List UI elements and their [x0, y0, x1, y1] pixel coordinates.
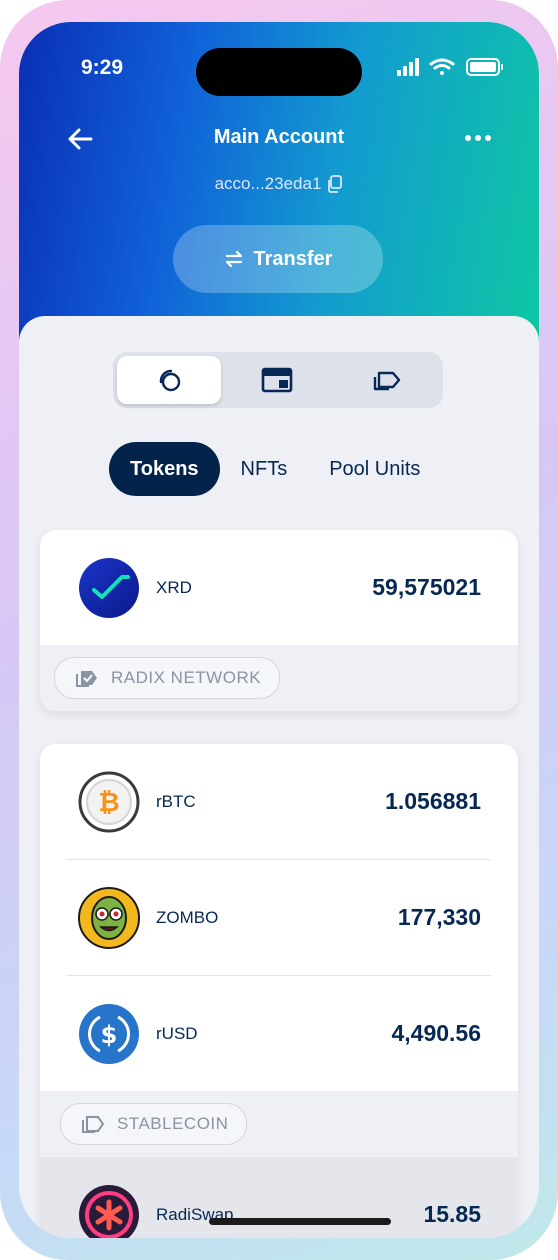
transfer-label: Transfer [253, 247, 333, 270]
wallet-card-icon [261, 367, 293, 393]
tag-chip[interactable]: RADIX NETWORK [54, 657, 281, 699]
bitcoin-icon: ₿ [78, 771, 140, 832]
wifi-icon [429, 58, 455, 75]
tag-bar: STABLECOIN [40, 1091, 518, 1157]
toggle-tokens[interactable] [117, 356, 221, 404]
tag-check-icon [76, 671, 97, 687]
tab-tokens[interactable]: Tokens [109, 442, 220, 496]
token-symbol: rUSD [156, 1023, 198, 1043]
tab-nfts[interactable]: NFTs [220, 442, 309, 496]
tag-chip[interactable]: STABLECOIN [60, 1103, 248, 1145]
token-row[interactable]: XRD 59,575021 [40, 530, 518, 645]
more-options-icon[interactable] [463, 126, 493, 150]
token-group-card: XRD 59,575021 RADIX NETWORK [40, 530, 518, 711]
address-text: acco...23eda1 [214, 174, 322, 193]
token-amount: 15.85 [423, 1201, 481, 1227]
toggle-accounts[interactable] [225, 356, 329, 404]
transfer-button[interactable]: Transfer [173, 225, 383, 293]
dynamic-island [196, 48, 362, 96]
token-group-card: ₿ rBTC 1.056881 ZOMBO 177,330 $ rUSD 4,4… [40, 744, 518, 1238]
tag-label: STABLECOIN [117, 1114, 229, 1133]
token-amount: 1.056881 [385, 788, 481, 814]
account-title: Main Account [213, 126, 345, 148]
token-symbol: rBTC [156, 791, 196, 811]
tag-label: RADIX NETWORK [111, 668, 262, 687]
battery-icon [466, 58, 503, 76]
token-symbol: XRD [156, 577, 192, 597]
coins-icon [159, 369, 181, 392]
token-amount: 177,330 [397, 904, 481, 930]
assets-panel: Tokens NFTs Pool Units XRD 59,575021 RAD… [19, 316, 539, 1238]
asset-tabs: Tokens NFTs Pool Units [109, 442, 441, 496]
view-toggle [113, 352, 443, 408]
token-row[interactable]: ₿ rBTC 1.056881 [40, 744, 518, 859]
tag-icon [373, 371, 401, 391]
screen: 9:29 Main Account acco...23eda1 Transfer… [19, 22, 539, 1238]
token-row[interactable]: $ rUSD 4,490.56 [40, 976, 518, 1091]
tag-bar: RADIX NETWORK [40, 645, 518, 711]
svg-text:₿: ₿ [98, 788, 119, 818]
toggle-tags[interactable] [335, 356, 439, 404]
token-amount: 59,575021 [372, 574, 481, 600]
signal-icon [397, 58, 419, 76]
copy-icon [328, 175, 343, 193]
status-time: 9:29 [81, 56, 124, 79]
radiswap-icon [79, 1184, 139, 1238]
token-amount: 4,490.56 [391, 1020, 481, 1046]
usd-coin-icon: $ [79, 1003, 139, 1064]
transfer-icon [225, 250, 242, 268]
phone-frame: 9:29 Main Account acco...23eda1 Transfer… [0, 0, 558, 1260]
xrd-icon [79, 557, 139, 618]
status-icons [397, 56, 509, 78]
zombie-icon [78, 886, 140, 949]
account-address[interactable]: acco...23eda1 [19, 174, 539, 194]
token-row[interactable]: ZOMBO 177,330 [40, 860, 518, 975]
token-symbol: ZOMBO [156, 907, 219, 927]
svg-text:$: $ [101, 1021, 118, 1049]
home-indicator[interactable] [209, 1218, 391, 1225]
tab-pool-units[interactable]: Pool Units [308, 442, 441, 496]
token-row[interactable]: RadiSwap 15.85 [40, 1157, 518, 1238]
tag-icon [82, 1116, 105, 1133]
